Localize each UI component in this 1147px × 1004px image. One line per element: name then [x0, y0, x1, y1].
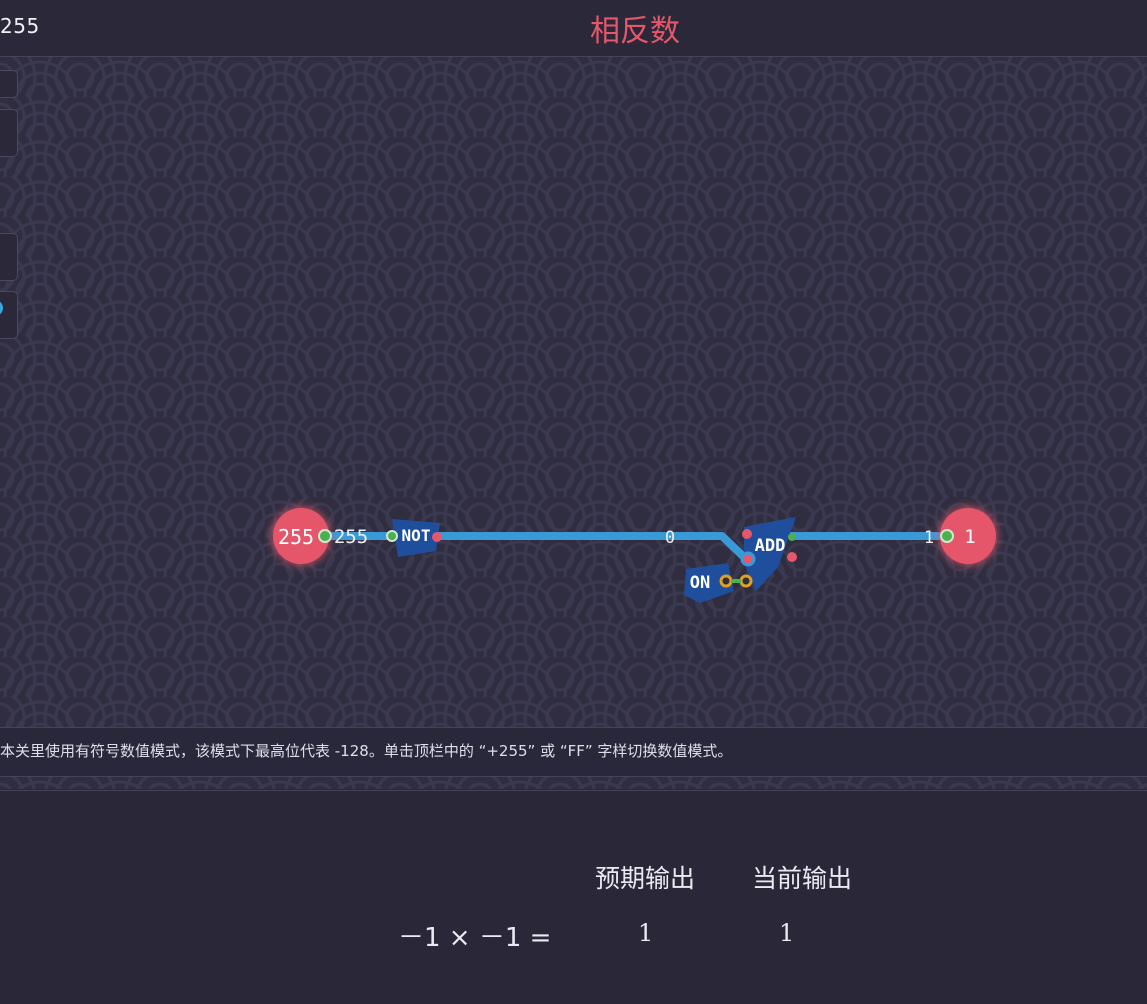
not-label: NOT	[402, 526, 431, 545]
expected-output-header: 预期输出	[595, 864, 696, 893]
current-output-header: 当前输出	[752, 864, 853, 893]
hint-bar: 本关里使用有符号数值模式，该模式下最高位代表 -128。单击顶栏中的 “+255…	[0, 727, 1147, 777]
hint-text: 本关里使用有符号数值模式，该模式下最高位代表 -128。单击顶栏中的 “+255…	[0, 742, 733, 760]
not-gate[interactable]: NOT	[386, 519, 442, 557]
current-output-value: 1	[779, 919, 795, 947]
results-panel: 预期输出 当前输出 －1 × －1 = 1 1	[0, 790, 1147, 1004]
output-value: 1	[964, 526, 975, 548]
not-input-value: 255	[334, 526, 368, 548]
wire-not-to-add	[436, 532, 749, 562]
top-bar: 255 相反数	[0, 0, 1147, 57]
on-label: ON	[690, 573, 710, 593]
add-label: ADD	[755, 536, 786, 556]
input-port	[318, 529, 332, 543]
input-value: 255	[278, 525, 314, 549]
wire-value: 0	[665, 528, 675, 548]
test-equation: －1 × －1 =	[398, 923, 552, 953]
expected-output-value: 1	[638, 919, 654, 947]
output-port	[940, 529, 954, 543]
circuit-diagram: 255 255 NOT 0 ADD ON 1 1	[273, 508, 996, 603]
output-wire-value: 1	[924, 528, 934, 548]
on-constant[interactable]: ON	[684, 563, 753, 603]
level-title: 相反数	[590, 14, 680, 49]
circuit-canvas[interactable]: ] 255 255 NOT 0	[0, 57, 1147, 789]
